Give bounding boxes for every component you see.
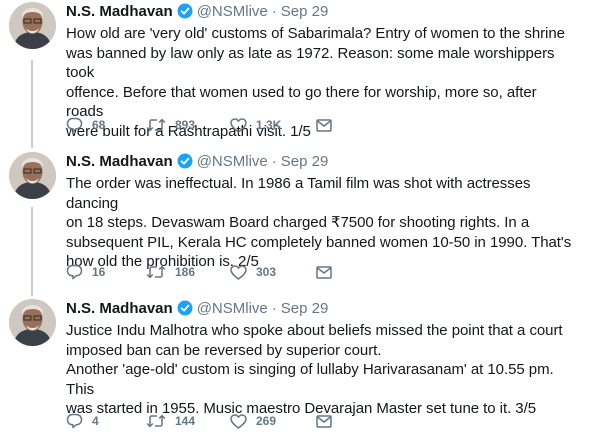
like-icon [230, 264, 247, 280]
reply-icon [66, 117, 83, 133]
header-separator: · [271, 300, 277, 317]
reply-count: 68 [92, 118, 106, 132]
like-count: 303 [256, 265, 277, 279]
direct-message-button[interactable] [316, 414, 341, 428]
verified-badge-icon [177, 3, 193, 25]
tweet-actions: 68 893 1.3K [66, 115, 341, 135]
like-button[interactable]: 269 [230, 413, 316, 429]
retweet-count: 186 [175, 265, 196, 279]
tweet-thread: N.S. Madhavan @NSMlive · Sep 29 How old are… [0, 0, 591, 440]
verified-badge-icon [177, 300, 193, 322]
retweet-icon [146, 265, 166, 279]
reply-icon [66, 413, 83, 429]
tweet-actions: 16 186 303 [66, 262, 341, 282]
message-icon [316, 265, 332, 279]
message-icon [316, 118, 332, 132]
author-name[interactable]: N.S. Madhavan [66, 3, 173, 20]
like-count: 1.3K [256, 118, 282, 132]
reply-icon [66, 264, 83, 280]
tweet-header: N.S. Madhavan @NSMlive · Sep 29 [66, 2, 577, 22]
avatar[interactable] [9, 299, 56, 346]
tweet-timestamp[interactable]: Sep 29 [281, 3, 329, 20]
author-name[interactable]: N.S. Madhavan [66, 153, 173, 170]
direct-message-button[interactable] [316, 118, 341, 132]
avatar[interactable] [9, 2, 56, 49]
header-separator: · [271, 153, 277, 170]
like-button[interactable]: 1.3K [230, 117, 316, 133]
reply-count: 16 [92, 265, 106, 279]
retweet-icon [146, 414, 166, 428]
tweet-timestamp[interactable]: Sep 29 [281, 153, 329, 170]
reply-button[interactable]: 16 [66, 264, 146, 280]
tweet-text: Justice Indu Malhotra who spoke about be… [66, 322, 563, 418]
retweet-icon [146, 118, 166, 132]
author-handle[interactable]: @NSMlive [197, 153, 268, 170]
retweet-count: 144 [175, 414, 196, 428]
like-icon [230, 413, 247, 429]
message-icon [316, 414, 332, 428]
direct-message-button[interactable] [316, 265, 341, 279]
like-icon [230, 117, 247, 133]
reply-button[interactable]: 4 [66, 413, 146, 429]
retweet-count: 893 [175, 118, 196, 132]
retweet-button[interactable]: 186 [146, 265, 230, 279]
retweet-button[interactable]: 144 [146, 414, 230, 428]
tweet[interactable]: N.S. Madhavan @NSMlive · Sep 29 Justice Ind… [0, 297, 591, 440]
retweet-button[interactable]: 893 [146, 118, 230, 132]
like-button[interactable]: 303 [230, 264, 316, 280]
tweet-header: N.S. Madhavan @NSMlive · Sep 29 [66, 299, 577, 319]
tweet-header: N.S. Madhavan @NSMlive · Sep 29 [66, 152, 577, 172]
like-count: 269 [256, 414, 277, 428]
tweet[interactable]: N.S. Madhavan @NSMlive · Sep 29 How old are… [0, 0, 591, 148]
verified-badge-icon [177, 153, 193, 175]
tweet-timestamp[interactable]: Sep 29 [281, 300, 329, 317]
reply-button[interactable]: 68 [66, 117, 146, 133]
author-handle[interactable]: @NSMlive [197, 300, 268, 317]
author-handle[interactable]: @NSMlive [197, 3, 268, 20]
tweet-actions: 4 144 269 [66, 411, 341, 431]
reply-count: 4 [92, 414, 99, 428]
tweet-text: The order was ineffectual. In 1986 a Tam… [66, 175, 572, 271]
tweet[interactable]: N.S. Madhavan @NSMlive · Sep 29 The order w… [0, 150, 591, 295]
author-name[interactable]: N.S. Madhavan [66, 300, 173, 317]
avatar[interactable] [9, 152, 56, 199]
header-separator: · [271, 3, 277, 20]
